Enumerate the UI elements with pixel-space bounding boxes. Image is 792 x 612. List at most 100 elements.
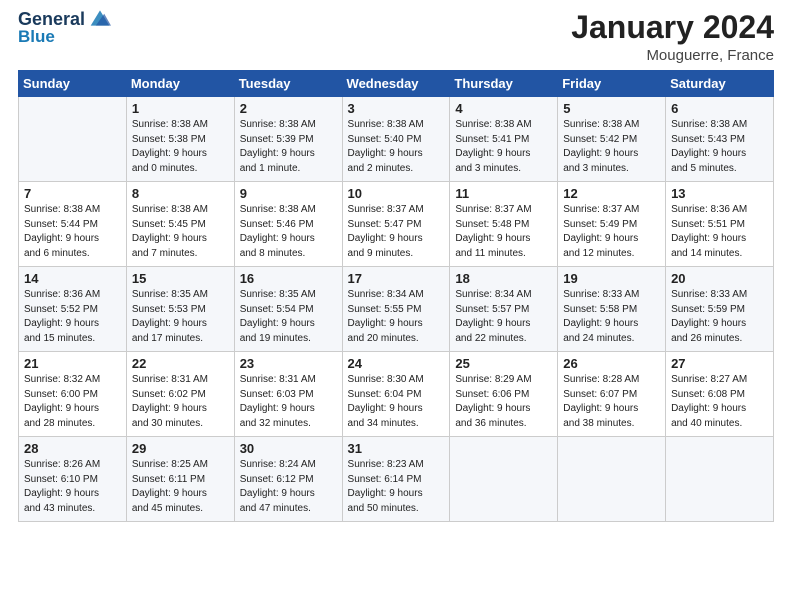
calendar-cell: 23 Sunrise: 8:31 AM Sunset: 6:03 PM Dayli… <box>234 352 342 437</box>
cell-info: Sunrise: 8:27 AM Sunset: 6:08 PM Dayligh… <box>671 373 768 431</box>
day-number: 1 <box>132 101 229 116</box>
day-number: 29 <box>132 441 229 456</box>
day-number: 20 <box>671 271 768 286</box>
cell-info: Sunrise: 8:38 AM Sunset: 5:42 PM Dayligh… <box>563 118 660 176</box>
calendar-cell: 21 Sunrise: 8:32 AM Sunset: 6:00 PM Dayli… <box>19 352 127 437</box>
cell-info: Sunrise: 8:29 AM Sunset: 6:06 PM Dayligh… <box>455 373 552 431</box>
day-number: 31 <box>348 441 445 456</box>
day-number: 11 <box>455 186 552 201</box>
cell-info: Sunrise: 8:30 AM Sunset: 6:04 PM Dayligh… <box>348 373 445 431</box>
calendar-cell: 28Sunrise: 8:26 AM Sunset: 6:10 PM Dayli… <box>19 437 127 522</box>
calendar-cell: 2 Sunrise: 8:38 AM Sunset: 5:39 PM Daylig… <box>234 97 342 182</box>
day-number: 17 <box>348 271 445 286</box>
day-number: 21 <box>24 356 121 371</box>
calendar-cell: 11 Sunrise: 8:37 AM Sunset: 5:48 PM Dayli… <box>450 182 558 267</box>
day-number: 24 <box>348 356 445 371</box>
cell-info: Sunrise: 8:34 AM Sunset: 5:55 PM Dayligh… <box>348 288 445 346</box>
day-number: 15 <box>132 271 229 286</box>
day-number: 9 <box>240 186 337 201</box>
day-number: 14 <box>24 271 121 286</box>
calendar-cell: 12Sunrise: 8:37 AM Sunset: 5:49 PM Dayli… <box>558 182 666 267</box>
calendar-cell: 1 Sunrise: 8:38 AM Sunset: 5:38 PM Daylig… <box>126 97 234 182</box>
calendar-cell: 17 Sunrise: 8:34 AM Sunset: 5:55 PM Dayli… <box>342 267 450 352</box>
calendar-cell: 5Sunrise: 8:38 AM Sunset: 5:42 PM Daylig… <box>558 97 666 182</box>
calendar-cell: 25 Sunrise: 8:29 AM Sunset: 6:06 PM Dayli… <box>450 352 558 437</box>
calendar-cell: 18 Sunrise: 8:34 AM Sunset: 5:57 PM Dayli… <box>450 267 558 352</box>
cell-info: Sunrise: 8:38 AM Sunset: 5:39 PM Dayligh… <box>240 118 337 176</box>
cell-info: Sunrise: 8:38 AM Sunset: 5:41 PM Dayligh… <box>455 118 552 176</box>
cell-info: Sunrise: 8:38 AM Sunset: 5:46 PM Dayligh… <box>240 203 337 261</box>
calendar-cell: 29 Sunrise: 8:25 AM Sunset: 6:11 PM Dayli… <box>126 437 234 522</box>
calendar-cell: 6 Sunrise: 8:38 AM Sunset: 5:43 PM Daylig… <box>666 97 774 182</box>
calendar-cell: 19 Sunrise: 8:33 AM Sunset: 5:58 PM Dayli… <box>558 267 666 352</box>
calendar-cell: 7 Sunrise: 8:38 AM Sunset: 5:44 PM Daylig… <box>19 182 127 267</box>
cell-info: Sunrise: 8:23 AM Sunset: 6:14 PM Dayligh… <box>348 458 445 516</box>
day-number: 30 <box>240 441 337 456</box>
cell-info: Sunrise: 8:34 AM Sunset: 5:57 PM Dayligh… <box>455 288 552 346</box>
calendar-cell <box>450 437 558 522</box>
cell-info: Sunrise: 8:38 AM Sunset: 5:40 PM Dayligh… <box>348 118 445 176</box>
day-number: 6 <box>671 101 768 116</box>
calendar-cell: 10 Sunrise: 8:37 AM Sunset: 5:47 PM Dayli… <box>342 182 450 267</box>
day-number: 7 <box>24 186 121 201</box>
cell-info: Sunrise: 8:37 AM Sunset: 5:47 PM Dayligh… <box>348 203 445 261</box>
logo-icon <box>89 7 111 29</box>
calendar-cell: 24 Sunrise: 8:30 AM Sunset: 6:04 PM Dayli… <box>342 352 450 437</box>
day-number: 2 <box>240 101 337 116</box>
cell-info: Sunrise: 8:33 AM Sunset: 5:58 PM Dayligh… <box>563 288 660 346</box>
weekday-header-wednesday: Wednesday <box>342 71 450 97</box>
calendar-cell <box>558 437 666 522</box>
logo: General Blue <box>18 10 111 46</box>
cell-info: Sunrise: 8:38 AM Sunset: 5:43 PM Dayligh… <box>671 118 768 176</box>
cell-info: Sunrise: 8:38 AM Sunset: 5:38 PM Dayligh… <box>132 118 229 176</box>
page: General Blue January 2024 Mouguerre, Fra… <box>0 0 792 612</box>
day-number: 23 <box>240 356 337 371</box>
month-title: January 2024 <box>571 10 774 45</box>
cell-info: Sunrise: 8:38 AM Sunset: 5:44 PM Dayligh… <box>24 203 121 261</box>
cell-info: Sunrise: 8:28 AM Sunset: 6:07 PM Dayligh… <box>563 373 660 431</box>
day-number: 16 <box>240 271 337 286</box>
calendar-cell: 15 Sunrise: 8:35 AM Sunset: 5:53 PM Dayli… <box>126 267 234 352</box>
week-row-5: 28Sunrise: 8:26 AM Sunset: 6:10 PM Dayli… <box>19 437 774 522</box>
week-row-1: 1 Sunrise: 8:38 AM Sunset: 5:38 PM Daylig… <box>19 97 774 182</box>
calendar-cell: 20 Sunrise: 8:33 AM Sunset: 5:59 PM Dayli… <box>666 267 774 352</box>
cell-info: Sunrise: 8:35 AM Sunset: 5:53 PM Dayligh… <box>132 288 229 346</box>
cell-info: Sunrise: 8:37 AM Sunset: 5:48 PM Dayligh… <box>455 203 552 261</box>
calendar-cell: 4 Sunrise: 8:38 AM Sunset: 5:41 PM Daylig… <box>450 97 558 182</box>
calendar-cell: 27Sunrise: 8:27 AM Sunset: 6:08 PM Dayli… <box>666 352 774 437</box>
cell-info: Sunrise: 8:33 AM Sunset: 5:59 PM Dayligh… <box>671 288 768 346</box>
logo-text-blue: Blue <box>18 28 111 47</box>
day-number: 4 <box>455 101 552 116</box>
cell-info: Sunrise: 8:38 AM Sunset: 5:45 PM Dayligh… <box>132 203 229 261</box>
day-number: 10 <box>348 186 445 201</box>
cell-info: Sunrise: 8:32 AM Sunset: 6:00 PM Dayligh… <box>24 373 121 431</box>
calendar-cell: 22Sunrise: 8:31 AM Sunset: 6:02 PM Dayli… <box>126 352 234 437</box>
weekday-header-thursday: Thursday <box>450 71 558 97</box>
calendar-cell <box>666 437 774 522</box>
cell-info: Sunrise: 8:25 AM Sunset: 6:11 PM Dayligh… <box>132 458 229 516</box>
header: General Blue January 2024 Mouguerre, Fra… <box>18 10 774 64</box>
day-number: 19 <box>563 271 660 286</box>
day-number: 22 <box>132 356 229 371</box>
cell-info: Sunrise: 8:35 AM Sunset: 5:54 PM Dayligh… <box>240 288 337 346</box>
location: Mouguerre, France <box>571 47 774 64</box>
day-number: 8 <box>132 186 229 201</box>
weekday-header-sunday: Sunday <box>19 71 127 97</box>
calendar-cell: 31 Sunrise: 8:23 AM Sunset: 6:14 PM Dayli… <box>342 437 450 522</box>
cell-info: Sunrise: 8:31 AM Sunset: 6:03 PM Dayligh… <box>240 373 337 431</box>
calendar-cell: 13Sunrise: 8:36 AM Sunset: 5:51 PM Dayli… <box>666 182 774 267</box>
cell-info: Sunrise: 8:36 AM Sunset: 5:52 PM Dayligh… <box>24 288 121 346</box>
calendar-cell: 9 Sunrise: 8:38 AM Sunset: 5:46 PM Daylig… <box>234 182 342 267</box>
week-row-3: 14 Sunrise: 8:36 AM Sunset: 5:52 PM Dayli… <box>19 267 774 352</box>
cell-info: Sunrise: 8:26 AM Sunset: 6:10 PM Dayligh… <box>24 458 121 516</box>
calendar-cell: 16 Sunrise: 8:35 AM Sunset: 5:54 PM Dayli… <box>234 267 342 352</box>
day-number: 3 <box>348 101 445 116</box>
day-number: 25 <box>455 356 552 371</box>
calendar-cell: 14 Sunrise: 8:36 AM Sunset: 5:52 PM Dayli… <box>19 267 127 352</box>
calendar-table: SundayMondayTuesdayWednesdayThursdayFrid… <box>18 70 774 522</box>
day-number: 26 <box>563 356 660 371</box>
weekday-header-friday: Friday <box>558 71 666 97</box>
day-number: 18 <box>455 271 552 286</box>
calendar-cell: 26 Sunrise: 8:28 AM Sunset: 6:07 PM Dayli… <box>558 352 666 437</box>
weekday-header-tuesday: Tuesday <box>234 71 342 97</box>
